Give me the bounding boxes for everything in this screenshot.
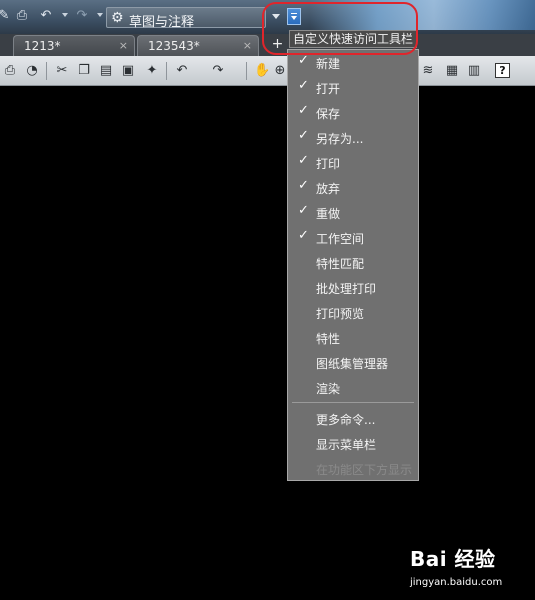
- redo-icon[interactable]: ↷: [210, 63, 226, 79]
- undo-icon[interactable]: ↶: [174, 63, 190, 79]
- paste-icon[interactable]: ▤: [98, 63, 114, 79]
- toolbar-divider: [46, 62, 47, 80]
- menu-item-label: 重做: [316, 207, 341, 221]
- tab-label: 123543*: [148, 39, 200, 53]
- check-icon: ✓: [298, 103, 309, 118]
- menu-divider: [292, 402, 414, 403]
- menu-item-label: 新建: [316, 57, 341, 71]
- layer-icon[interactable]: ≋: [420, 63, 436, 79]
- menu-item-label: 显示菜单栏: [316, 438, 377, 452]
- menu-item-properties[interactable]: 特性: [288, 325, 418, 350]
- gear-icon: ⚙: [111, 10, 124, 26]
- help-icon[interactable]: ?: [495, 63, 510, 78]
- customize-qat-menu: ✓ 新建 ✓ 打开 ✓ 保存 ✓ 另存为... ✓ 打印 ✓ 放弃 ✓ 重做 ✓…: [287, 49, 419, 481]
- menu-item-render[interactable]: 渲染: [288, 375, 418, 400]
- menu-item-batch-plot[interactable]: 批处理打印: [288, 275, 418, 300]
- print-icon[interactable]: ⎙: [14, 8, 30, 24]
- menu-item-show-menu-bar[interactable]: 显示菜单栏: [288, 431, 418, 456]
- menu-item-label: 保存: [316, 107, 341, 121]
- menu-item-more-commands[interactable]: 更多命令...: [288, 406, 418, 431]
- cut-icon[interactable]: ✂: [54, 63, 70, 79]
- calculator-icon[interactable]: ▥: [466, 63, 482, 79]
- pan-icon[interactable]: ✋: [254, 63, 270, 79]
- menu-item-label: 特性匹配: [316, 257, 365, 271]
- menu-item-label: 更多命令...: [316, 413, 376, 427]
- standard-toolbar: ⎙ ◔ ✂ ❐ ▤ ▣ ✦ ↶ ↷ ✋ ⊕ ≋ ▦ ▥ ?: [0, 56, 535, 86]
- menu-item-redo[interactable]: ✓ 重做: [288, 200, 418, 225]
- tab-123543[interactable]: 123543* ×: [137, 35, 259, 56]
- check-icon: ✓: [298, 128, 309, 143]
- zoom-icon[interactable]: ⊕: [272, 63, 288, 79]
- redo-icon[interactable]: ↷: [74, 8, 90, 24]
- workspace-label: 草图与注释: [129, 15, 195, 30]
- menu-item-plot-preview[interactable]: 打印预览: [288, 300, 418, 325]
- menu-item-match-properties[interactable]: 特性匹配: [288, 250, 418, 275]
- check-icon: ✓: [298, 153, 309, 168]
- menu-item-open[interactable]: ✓ 打开: [288, 75, 418, 100]
- menu-item-undo[interactable]: ✓ 放弃: [288, 175, 418, 200]
- table-icon[interactable]: ▦: [444, 63, 460, 79]
- menu-item-save-as[interactable]: ✓ 另存为...: [288, 125, 418, 150]
- menu-item-save[interactable]: ✓ 保存: [288, 100, 418, 125]
- menu-item-label: 特性: [316, 332, 341, 346]
- menu-item-label: 图纸集管理器: [316, 357, 389, 371]
- toolbar-divider: [246, 62, 247, 80]
- check-icon: ✓: [298, 203, 309, 218]
- check-icon: ✓: [298, 53, 309, 68]
- check-icon: ✓: [298, 228, 309, 243]
- match-properties-icon[interactable]: ✦: [144, 63, 160, 79]
- tab-1213[interactable]: 1213* ×: [13, 35, 135, 56]
- menu-item-show-below-ribbon: 在功能区下方显示: [288, 456, 418, 481]
- highlight-circle: [262, 2, 418, 55]
- toolbar-divider: [166, 62, 167, 80]
- workspace-switcher[interactable]: ⚙ 草图与注释: [106, 7, 266, 30]
- menu-item-print[interactable]: ✓ 打印: [288, 150, 418, 175]
- menu-item-label: 在功能区下方显示: [316, 463, 413, 477]
- menu-item-workspace[interactable]: ✓ 工作空间: [288, 225, 418, 250]
- redo-dropdown-icon[interactable]: [97, 13, 103, 17]
- baidu-watermark: Bai 经验 jingyan.baidu.com: [410, 543, 530, 597]
- plot-icon[interactable]: ⎙: [2, 63, 18, 79]
- menu-item-label: 放弃: [316, 182, 341, 196]
- menu-item-label: 批处理打印: [316, 282, 377, 296]
- close-icon[interactable]: ×: [243, 39, 252, 52]
- copy-icon[interactable]: ❐: [76, 63, 92, 79]
- menu-item-sheet-set-manager[interactable]: 图纸集管理器: [288, 350, 418, 375]
- menu-item-label: 打印预览: [316, 307, 365, 321]
- menu-item-label: 打开: [316, 82, 341, 96]
- menu-item-label: 渲染: [316, 382, 341, 396]
- check-icon: ✓: [298, 78, 309, 93]
- undo-dropdown-icon[interactable]: [62, 13, 68, 17]
- watermark-logo: Bai 经验: [410, 547, 496, 571]
- menu-item-label: 打印: [316, 157, 341, 171]
- menu-item-label: 另存为...: [316, 132, 364, 146]
- publish-icon[interactable]: ◔: [24, 63, 40, 79]
- paste-block-icon[interactable]: ▣: [120, 63, 136, 79]
- watermark-url: jingyan.baidu.com: [410, 577, 503, 588]
- menu-item-label: 工作空间: [316, 232, 365, 246]
- close-icon[interactable]: ×: [119, 39, 128, 52]
- tab-label: 1213*: [24, 39, 61, 53]
- check-icon: ✓: [298, 178, 309, 193]
- edit-icon[interactable]: ✎: [0, 8, 12, 24]
- undo-icon[interactable]: ↶: [38, 8, 54, 24]
